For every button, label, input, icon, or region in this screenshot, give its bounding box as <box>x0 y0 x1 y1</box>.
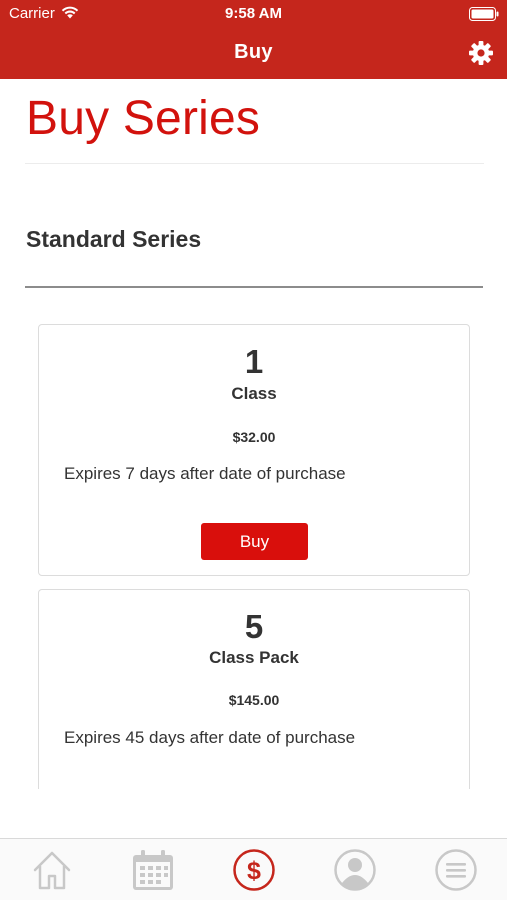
series-card: 5 Class Pack $145.00 Expires 45 days aft… <box>38 589 470 789</box>
app-screen: Carrier 9:58 AM Buy Buy Series Standard … <box>0 0 507 900</box>
home-icon[interactable] <box>30 848 74 892</box>
card-expiry: Expires 7 days after date of purchase <box>64 464 346 483</box>
buy-button[interactable]: Buy <box>201 523 308 560</box>
top-header: Carrier 9:58 AM Buy <box>0 0 507 79</box>
profile-icon[interactable] <box>333 848 377 892</box>
section-title: Standard Series <box>26 226 202 252</box>
gear-icon[interactable] <box>468 40 494 66</box>
card-name: Class Pack <box>209 648 299 667</box>
nav-title: Buy <box>234 41 273 63</box>
title-divider <box>25 163 484 164</box>
battery-icon <box>469 7 499 25</box>
card-expiry: Expires 45 days after date of purchase <box>64 728 356 747</box>
tab-bar: $ <box>0 838 507 900</box>
card-quantity: 1 <box>244 343 264 380</box>
svg-text:$: $ <box>247 857 261 885</box>
card-price: $145.00 <box>228 692 280 708</box>
calendar-icon[interactable] <box>131 848 175 892</box>
dollar-icon[interactable]: $ <box>232 848 276 892</box>
section-divider <box>25 286 483 288</box>
card-price: $32.00 <box>232 429 276 445</box>
page-title: Buy Series <box>26 92 261 145</box>
card-quantity: 5 <box>244 608 264 645</box>
series-card: 1 Class $32.00 Expires 7 days after date… <box>38 324 470 576</box>
status-bar: Carrier 9:58 AM <box>0 0 507 28</box>
status-time: 9:58 AM <box>225 5 282 22</box>
menu-icon[interactable] <box>434 848 478 892</box>
card-name: Class <box>231 384 277 403</box>
